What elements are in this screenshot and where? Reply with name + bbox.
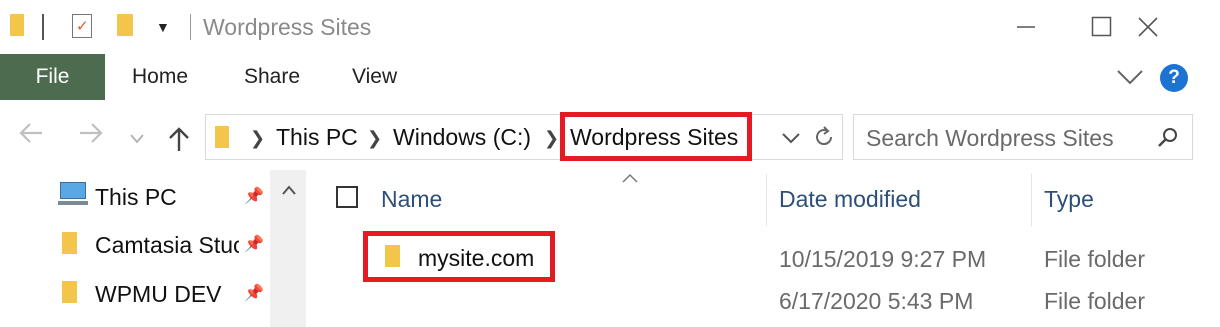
customize-quick-access-button[interactable]: ▼ (156, 20, 170, 34)
file-date-modified: 6/17/2020 5:43 PM (779, 288, 974, 314)
recent-locations-button[interactable] (130, 131, 144, 149)
pin-icon[interactable]: 📌 (244, 234, 264, 254)
new-folder-button[interactable] (117, 14, 133, 36)
pin-icon[interactable]: 📌 (244, 186, 264, 206)
maximize-icon (1091, 16, 1112, 37)
scroll-up-button[interactable] (282, 182, 296, 200)
search-input[interactable]: Search Wordpress Sites (866, 125, 1114, 152)
nav-item-this-pc[interactable]: This PC (95, 184, 177, 211)
expand-ribbon-button[interactable] (1116, 68, 1144, 91)
back-arrow-icon (19, 123, 42, 143)
computer-icon (58, 182, 88, 205)
column-divider[interactable] (766, 174, 767, 226)
file-name[interactable]: mysite.com (418, 245, 534, 272)
close-icon (1138, 17, 1158, 37)
column-header-name[interactable]: Name (381, 186, 442, 213)
properties-button[interactable]: ✓ (72, 14, 92, 38)
title-divider (190, 14, 191, 40)
file-date-modified: 10/15/2019 9:27 PM (779, 246, 987, 272)
chevron-up-icon (282, 185, 296, 195)
file-tab[interactable]: File (0, 54, 105, 100)
folder-icon (62, 281, 77, 303)
minimize-icon (1017, 26, 1035, 28)
nav-item-camtasia[interactable]: Camtasia Stuc (95, 232, 239, 259)
folder-icon (10, 14, 24, 36)
tab-share[interactable]: Share (244, 54, 300, 100)
breadcrumb-separator[interactable]: ❯ (250, 128, 265, 149)
forward-arrow-icon (80, 123, 103, 143)
tab-home[interactable]: Home (132, 54, 188, 100)
chevron-down-icon (130, 134, 144, 144)
folder-icon (215, 126, 229, 148)
breadcrumb-separator[interactable]: ❯ (367, 128, 382, 149)
forward-button[interactable] (78, 122, 104, 151)
file-type: File folder (1044, 246, 1145, 272)
folder-icon (385, 245, 400, 267)
search-icon[interactable] (1156, 126, 1180, 155)
column-header-type[interactable]: Type (1044, 186, 1094, 213)
column-divider[interactable] (1031, 174, 1032, 226)
refresh-icon (816, 126, 833, 146)
quick-access-divider (42, 14, 44, 40)
chevron-down-icon (1117, 70, 1143, 85)
folder-icon (62, 232, 77, 254)
breadcrumb-this-pc[interactable]: This PC (276, 124, 358, 151)
breadcrumb-wordpress-sites[interactable]: Wordpress Sites (570, 124, 738, 151)
checkmark-icon: ✓ (76, 18, 89, 35)
select-all-checkbox[interactable] (336, 186, 358, 208)
sort-indicator (622, 170, 638, 188)
breadcrumb-separator[interactable]: ❯ (544, 128, 559, 149)
nav-item-wpmu-dev[interactable]: WPMU DEV (95, 281, 222, 308)
up-arrow-icon (169, 127, 189, 151)
help-button[interactable]: ? (1160, 64, 1188, 92)
breadcrumb-windows-c[interactable]: Windows (C:) (393, 124, 531, 151)
chevron-up-icon (622, 173, 638, 183)
maximize-button[interactable] (1079, 4, 1125, 50)
up-button[interactable] (168, 126, 190, 157)
magnifier-icon (1158, 128, 1177, 147)
window-title: Wordpress Sites (203, 14, 372, 40)
refresh-button[interactable] (812, 125, 836, 154)
tab-view[interactable]: View (352, 54, 397, 100)
address-dropdown-button[interactable] (781, 131, 801, 149)
file-type: File folder (1044, 288, 1145, 314)
pin-icon[interactable]: 📌 (244, 283, 264, 303)
close-button[interactable] (1125, 4, 1171, 50)
column-header-date-modified[interactable]: Date modified (779, 186, 921, 213)
chevron-down-icon (782, 133, 800, 144)
back-button[interactable] (18, 122, 44, 151)
minimize-button[interactable] (1003, 4, 1049, 50)
